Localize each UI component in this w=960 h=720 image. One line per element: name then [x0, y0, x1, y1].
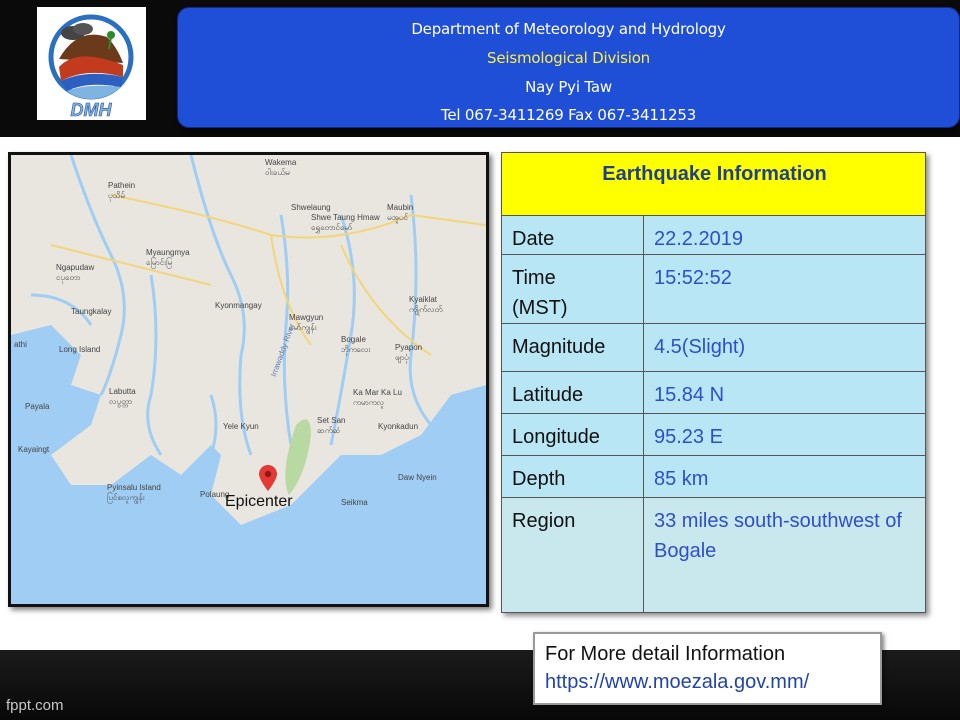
more-info-box: For More detail Information https://www.…	[533, 632, 882, 705]
row-key-depth: Depth	[501, 455, 644, 498]
logo-text: DMH	[71, 100, 113, 120]
epicenter-label: Epicenter	[225, 493, 293, 510]
row-value-time: 15:52:52	[643, 254, 926, 324]
footer-brand: fppt.com	[6, 697, 64, 714]
place-pyinsalu-island: Pyinsalu Island ပြင်စလူကျွန်း	[107, 483, 161, 502]
contact-line: Tel 067-3411269 Fax 067-3411253	[440, 106, 697, 124]
place-long-island: Long Island	[59, 345, 101, 354]
place-ngapudaw: Ngapudaw ငပုတော	[56, 263, 95, 282]
epicenter-map[interactable]: Pathein ပုသိမ် Wakema ဝါးခယ်မ Shwelaung Sh…	[8, 152, 489, 607]
city-name: Nay Pyi Taw	[525, 78, 612, 96]
place-shwelaung: Shwelaung	[291, 203, 331, 212]
place-pyapon: Pyapon ဖျာပုံ	[395, 343, 423, 362]
row-key-latitude: Latitude	[501, 371, 644, 414]
place-maubin: Maubin မအူပင်	[387, 203, 414, 222]
place-myaungmya: Myaungmya မြောင်းမြ	[146, 248, 190, 267]
place-shwe-taung-hmaw: Shwe Taung Hmaw ရွှေတောင်မော်	[311, 213, 380, 232]
place-wakema: Wakema ဝါးခယ်မ	[265, 158, 297, 177]
row-value-date: 22.2.2019	[643, 215, 926, 255]
place-kyaiklat: Kyaiklat ကျိုက်လတ်	[409, 295, 443, 314]
row-key-date: Date	[501, 215, 644, 255]
place-bogale: Bogale ဘိုကလေး	[341, 335, 371, 354]
place-kyonmangay: Kyonmangay	[215, 301, 262, 310]
more-info-label: For More detail Information	[545, 643, 786, 665]
place-ka-mar-ka-lu: Ka Mar Ka Lu ကမာကလူ	[353, 388, 402, 407]
header-banner: Department of Meteorology and Hydrology …	[177, 7, 960, 128]
row-key-longitude: Longitude	[501, 413, 644, 456]
row-value-latitude: 15.84 N	[643, 371, 926, 414]
place-pathein: Pathein ပုသိမ်	[108, 181, 136, 200]
division-name: Seismological Division	[487, 49, 650, 67]
map-pin-icon	[259, 465, 277, 491]
row-value-depth: 85 km	[643, 455, 926, 498]
row-key-region: Region	[501, 497, 644, 613]
place-kyonkadun: Kyonkadun	[378, 422, 419, 431]
row-value-magnitude: 4.5(Slight)	[643, 323, 926, 372]
row-value-region: 33 miles south-southwest of Bogale	[643, 497, 926, 613]
map-graphic	[11, 155, 486, 604]
department-name: Department of Meteorology and Hydrology	[411, 20, 726, 38]
place-kayaingt: Kayaingt	[18, 445, 50, 454]
earthquake-info-table: Earthquake Information Date 22.2.2019 Ti…	[501, 152, 926, 613]
place-labutta: Labutta လပွတ္တာ	[109, 387, 136, 406]
table-title: Earthquake Information	[501, 152, 926, 216]
place-daw-nyein: Daw Nyein	[398, 473, 437, 482]
row-key-magnitude: Magnitude	[501, 323, 644, 372]
place-seikma: Seikma	[341, 498, 368, 507]
place-taungkalay: Taungkalay	[71, 307, 112, 316]
dmh-logo: DMH	[37, 7, 146, 120]
more-info-link[interactable]: https://www.moezala.gov.mm/	[545, 671, 809, 694]
place-payala: Payala	[25, 402, 50, 411]
place-set-san: Set San ဆက်ဆံ	[317, 416, 346, 435]
header-band: DMH Department of Meteorology and Hydrol…	[0, 0, 960, 137]
place-athi: athi	[14, 340, 27, 349]
row-value-longitude: 95.23 E	[643, 413, 926, 456]
place-yele-kyun: Yele Kyun	[223, 422, 259, 431]
row-key-time: Time (MST)	[501, 254, 644, 324]
